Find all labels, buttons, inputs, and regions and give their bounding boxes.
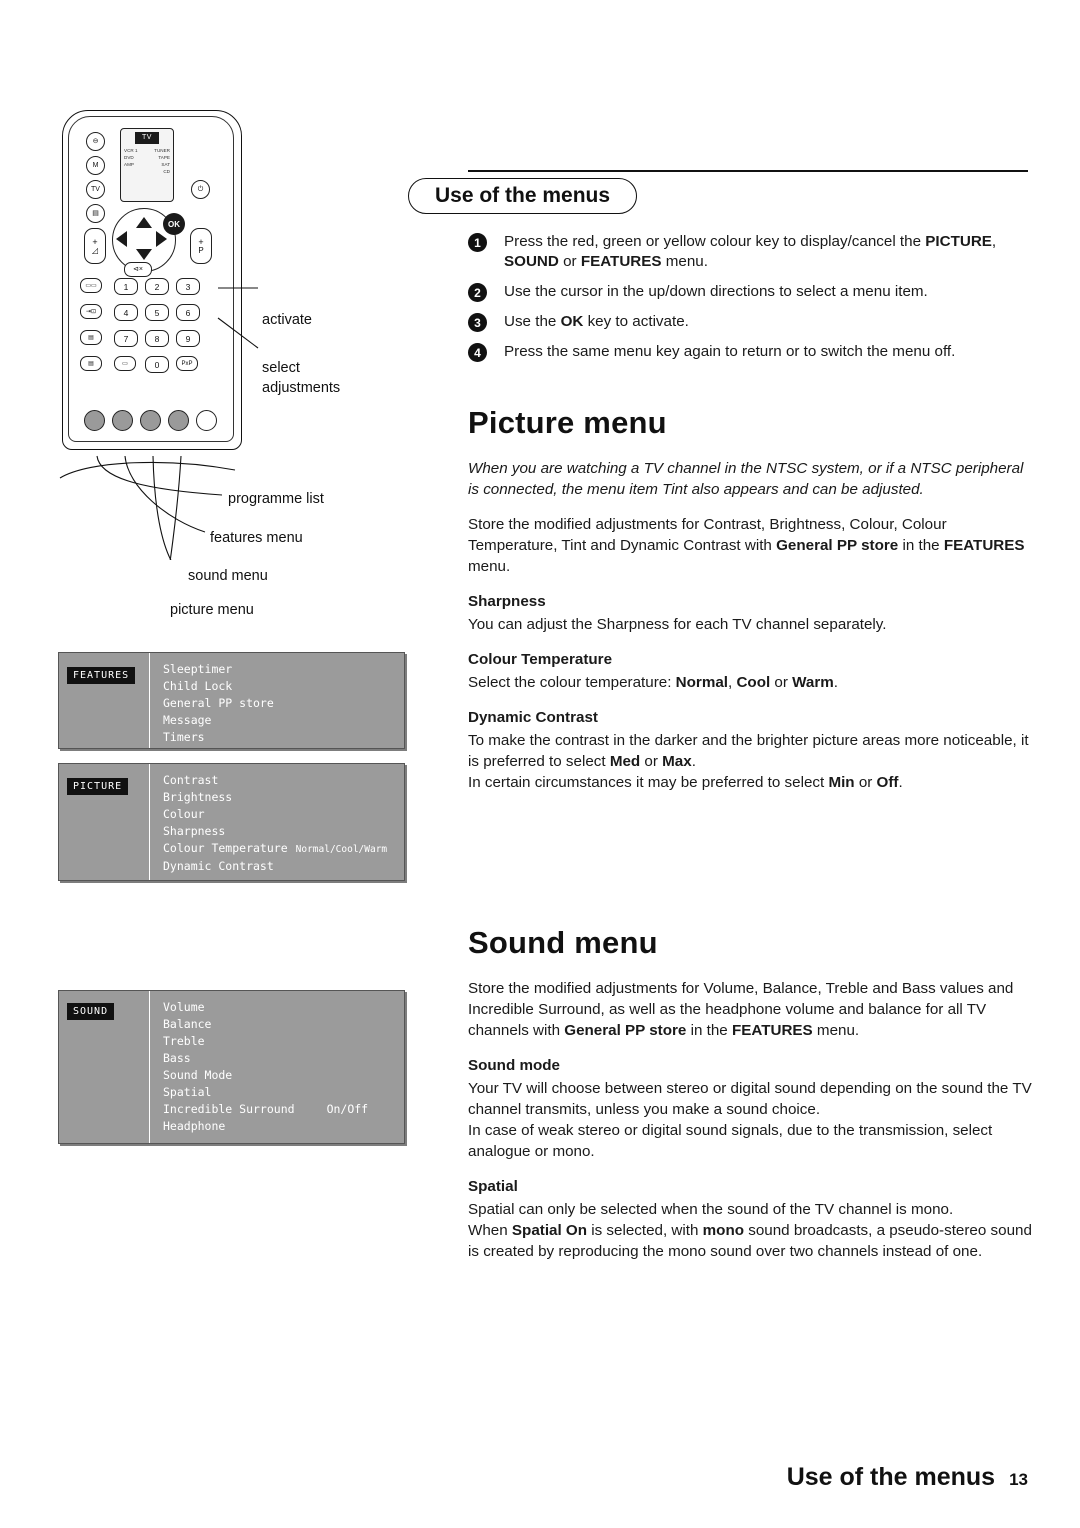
step-text: Press the same menu key again to return … <box>504 343 956 360</box>
step-number: 3 <box>468 313 487 332</box>
step-text: Use the OK key to activate. <box>504 313 689 330</box>
menu-tab-features: FEATURES <box>67 667 136 684</box>
callout-sound-menu: sound menu <box>188 568 268 584</box>
menu-item: Sleeptimer <box>163 662 233 676</box>
subsection-title-spatial: Spatial <box>468 1178 518 1195</box>
menu-box-picture: PICTURE Contrast Brightness Colour Sharpnes… <box>58 763 405 881</box>
menu-item: Message <box>163 713 212 727</box>
menu-item: Sharpness <box>163 824 226 838</box>
sound-menu-heading: Sound menu <box>468 925 658 960</box>
page-footer: Use of the menus 13 <box>787 1463 1028 1492</box>
menu-item-value: Normal/Cool/Warm <box>295 844 388 855</box>
subsection-body-sound-mode: Your TV will choose between stereo or di… <box>468 1080 1032 1160</box>
menu-items-sound: Volume Balance Treble Bass Sound Mode Spatial… <box>163 999 368 1135</box>
page-title-pill: Use of the menus <box>408 178 638 214</box>
subsection-body-spatial: Spatial can only be selected when the so… <box>468 1201 1032 1260</box>
subsection-title-sound-mode: Sound mode <box>468 1057 560 1074</box>
menu-item: Balance <box>163 1017 212 1031</box>
picture-menu-intro: Store the modified adjustments for Contr… <box>468 516 1025 575</box>
menu-items-features: Sleeptimer Child Lock General PP store Mess… <box>163 661 274 746</box>
step-number: 2 <box>468 283 487 302</box>
menu-box-sound: SOUND Volume Balance Treble Bass Sound Mode S… <box>58 990 405 1144</box>
subsection-body-colour-temperature: Select the colour temperature: Normal, C… <box>468 674 839 691</box>
menu-item: Volume <box>163 1000 205 1014</box>
menu-item: Timers <box>163 730 205 744</box>
sound-menu-intro: Store the modified adjustments for Volum… <box>468 980 1014 1039</box>
menu-item: Colour Temperature <box>163 841 288 855</box>
menu-item-value: On/Off <box>326 1102 369 1116</box>
callout-select: select <box>262 360 300 376</box>
menu-divider <box>149 764 150 880</box>
subsection-body-sharpness: You can adjust the Sharpness for each TV… <box>468 616 887 633</box>
callout-features-menu: features menu <box>210 530 303 546</box>
header-rule <box>468 170 1028 173</box>
menu-divider <box>149 991 150 1143</box>
menu-item: Brightness <box>163 790 233 804</box>
left-illustration-column: TV VCR 1 DVD AMP TUNER TAPE SAT CD ⊖ M TV ▤ ⏻… <box>0 0 430 1528</box>
step-text: Press the red, green or yellow colour ke… <box>504 233 997 270</box>
subsection-title-sharpness: Sharpness <box>468 593 546 610</box>
subsection-body-dynamic-contrast: To make the contrast in the darker and t… <box>468 732 1029 791</box>
menu-items-picture: Contrast Brightness Colour Sharpness Colour … <box>163 772 387 875</box>
manual-page: TV VCR 1 DVD AMP TUNER TAPE SAT CD ⊖ M TV ▤ ⏻… <box>0 0 1080 1528</box>
picture-menu-heading: Picture menu <box>468 405 667 440</box>
sound-menu-body: Store the modified adjustments for Volum… <box>468 978 1033 1276</box>
subsection-title-dynamic-contrast: Dynamic Contrast <box>468 709 598 726</box>
menu-divider <box>149 653 150 748</box>
menu-item: Bass <box>163 1051 191 1065</box>
step-number: 1 <box>468 233 487 252</box>
menu-item: General PP store <box>163 696 274 710</box>
step-item: 2 Use the cursor in the up/down directio… <box>468 282 1033 302</box>
page-title: Use of the menus <box>435 184 611 207</box>
menu-box-features: FEATURES Sleeptimer Child Lock General PP … <box>58 652 405 749</box>
picture-menu-body: When you are watching a TV channel in th… <box>468 458 1033 807</box>
menu-item: Spatial <box>163 1085 212 1099</box>
menu-tab-picture: PICTURE <box>67 778 129 795</box>
callout-picture-menu: picture menu <box>170 602 254 618</box>
menu-item: Colour <box>163 807 205 821</box>
callout-leader-lines <box>59 287 259 560</box>
step-text: Use the cursor in the up/down directions… <box>504 283 928 300</box>
step-item: 1 Press the red, green or yellow colour … <box>468 232 1033 272</box>
callout-adjustments: adjustments <box>262 380 341 396</box>
step-number: 4 <box>468 343 487 362</box>
menu-tab-sound: SOUND <box>67 1003 115 1020</box>
callout-activate: activate <box>262 312 312 328</box>
menu-item: Child Lock <box>163 679 233 693</box>
step-item: 4 Press the same menu key again to retur… <box>468 342 1033 362</box>
menu-item: Headphone <box>163 1119 226 1133</box>
menu-item: Sound Mode <box>163 1068 233 1082</box>
menu-item: Dynamic Contrast <box>163 859 274 873</box>
menu-item: Contrast <box>163 773 219 787</box>
picture-menu-note: When you are watching a TV channel in th… <box>468 460 1024 498</box>
subsection-title-colour-temperature: Colour Temperature <box>468 651 613 668</box>
footer-title: Use of the menus <box>786 1463 996 1491</box>
callout-programme-list: programme list <box>228 491 324 507</box>
step-item: 3 Use the OK key to activate. <box>468 312 1033 332</box>
steps-list: 1 Press the red, green or yellow colour … <box>468 232 1033 372</box>
menu-item: Treble <box>163 1034 205 1048</box>
menu-item: Incredible Surround <box>163 1102 295 1116</box>
footer-page-number: 13 <box>1009 1470 1028 1489</box>
